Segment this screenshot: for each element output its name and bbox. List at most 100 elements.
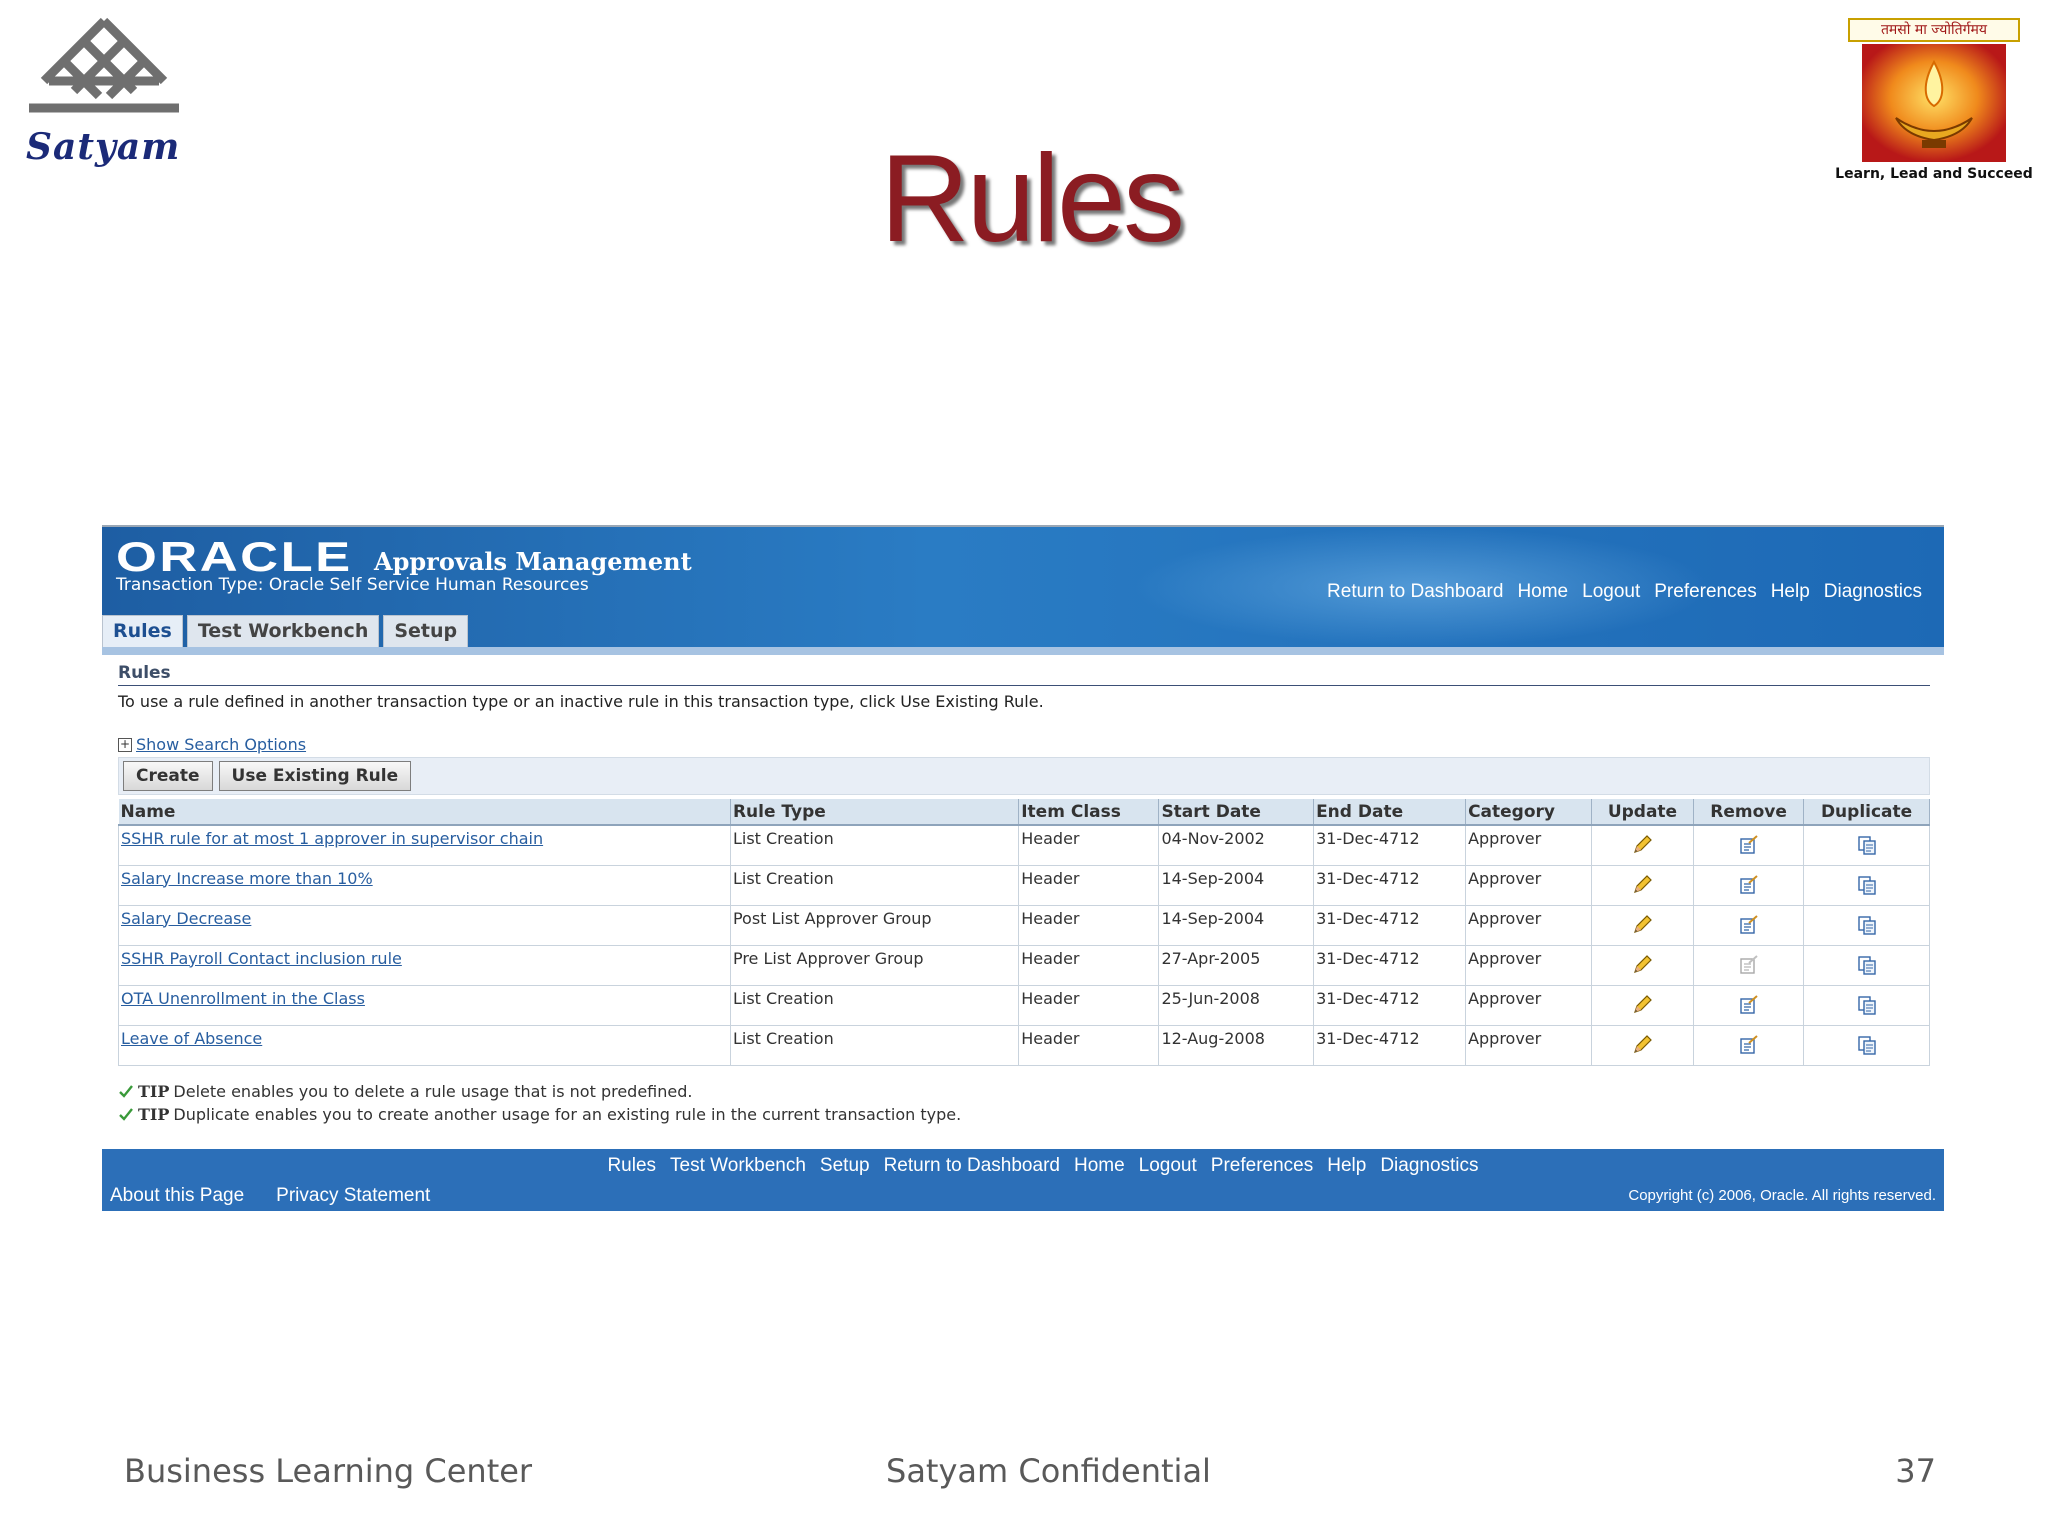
duplicate-icon[interactable] bbox=[1856, 916, 1878, 940]
footer-link-setup[interactable]: Setup bbox=[820, 1155, 870, 1177]
footer-link-test-workbench[interactable]: Test Workbench bbox=[670, 1155, 806, 1177]
footer-link-home[interactable]: Home bbox=[1074, 1155, 1125, 1177]
oracle-logo: ORACLE bbox=[116, 533, 353, 580]
update-pencil-icon[interactable] bbox=[1631, 955, 1653, 980]
table-row: Salary Decrease Post List Approver Group H… bbox=[118, 905, 1930, 946]
global-links: Return to Dashboard Home Logout Preferen… bbox=[1327, 581, 1922, 603]
expand-plus-icon[interactable]: + bbox=[118, 737, 132, 752]
remove-icon[interactable] bbox=[1738, 875, 1760, 900]
rule-name-link[interactable]: OTA Unenrollment in the Class bbox=[121, 989, 365, 1008]
link-return-to-dashboard[interactable]: Return to Dashboard bbox=[1327, 581, 1503, 603]
use-existing-rule-button[interactable]: Use Existing Rule bbox=[218, 761, 412, 791]
table-row: SSHR Payroll Contact inclusion rule Pre L… bbox=[118, 945, 1930, 986]
cell-rule-type: List Creation bbox=[730, 1025, 1020, 1066]
cell-update-pencil bbox=[1591, 865, 1695, 906]
slide-page-number: 37 bbox=[1895, 1452, 1936, 1490]
tip-duplicate: TIP Duplicate enables you to create anot… bbox=[118, 1103, 1930, 1126]
tip-delete: TIP Delete enables you to delete a rule … bbox=[118, 1080, 1930, 1103]
cell-item-class: Header bbox=[1018, 945, 1160, 986]
tab-bar: Rules Test Workbench Setup bbox=[102, 615, 469, 647]
update-pencil-icon[interactable] bbox=[1631, 915, 1653, 940]
oil-lamp-icon bbox=[1862, 44, 2006, 162]
cell-update-pencil bbox=[1591, 905, 1695, 946]
cell-start-date: 04-Nov-2002 bbox=[1158, 825, 1315, 866]
update-pencil-icon[interactable] bbox=[1631, 1035, 1653, 1060]
rule-name-link[interactable]: Salary Decrease bbox=[121, 909, 251, 928]
cell-name: OTA Unenrollment in the Class bbox=[118, 985, 731, 1026]
footer-link-logout[interactable]: Logout bbox=[1139, 1155, 1197, 1177]
cell-update-pencil bbox=[1591, 1025, 1695, 1066]
cell-rule-type: List Creation bbox=[730, 865, 1020, 906]
blc-tagline: Learn, Lead and Succeed bbox=[1835, 166, 2033, 182]
cell-end-date: 31-Dec-4712 bbox=[1313, 825, 1467, 866]
duplicate-icon[interactable] bbox=[1856, 956, 1878, 980]
slide-title: Rules bbox=[880, 130, 1185, 268]
duplicate-icon[interactable] bbox=[1856, 1036, 1878, 1060]
cell-item-class: Header bbox=[1018, 1025, 1160, 1066]
rule-name-link[interactable]: SSHR Payroll Contact inclusion rule bbox=[121, 949, 402, 968]
link-logout[interactable]: Logout bbox=[1582, 581, 1640, 603]
cell-duplicate bbox=[1803, 1025, 1930, 1066]
remove-icon[interactable] bbox=[1738, 995, 1760, 1020]
table-row: OTA Unenrollment in the Class List Creati… bbox=[118, 985, 1930, 1026]
update-pencil-icon[interactable] bbox=[1631, 995, 1653, 1020]
cell-remove bbox=[1693, 1025, 1805, 1066]
duplicate-icon[interactable] bbox=[1856, 876, 1878, 900]
link-home[interactable]: Home bbox=[1517, 581, 1568, 603]
duplicate-icon[interactable] bbox=[1856, 836, 1878, 860]
show-search-options-link[interactable]: Show Search Options bbox=[136, 735, 306, 754]
rule-name-link[interactable]: Leave of Absence bbox=[121, 1029, 262, 1048]
footer-links: Rules Test Workbench Setup Return to Das… bbox=[102, 1155, 1944, 1177]
cell-item-class: Header bbox=[1018, 985, 1160, 1026]
footer-link-preferences[interactable]: Preferences bbox=[1211, 1155, 1313, 1177]
cell-item-class: Header bbox=[1018, 905, 1160, 946]
update-pencil-icon[interactable] bbox=[1631, 835, 1653, 860]
column-header-end-date: End Date bbox=[1313, 799, 1467, 826]
about-this-page-link[interactable]: About this Page bbox=[110, 1185, 244, 1207]
cell-remove-disabled bbox=[1693, 945, 1805, 986]
rule-name-link[interactable]: Salary Increase more than 10% bbox=[121, 869, 373, 888]
slide-footer-center: Satyam Confidential bbox=[886, 1452, 1211, 1490]
rules-table: Name Rule Type Item Class Start Date End… bbox=[118, 799, 1930, 1066]
tab-test-workbench[interactable]: Test Workbench bbox=[186, 615, 380, 647]
cell-name: Leave of Absence bbox=[118, 1025, 731, 1066]
remove-icon[interactable] bbox=[1738, 835, 1760, 860]
footer-link-diagnostics[interactable]: Diagnostics bbox=[1380, 1155, 1478, 1177]
tab-rules[interactable]: Rules bbox=[102, 615, 183, 647]
create-button[interactable]: Create bbox=[123, 761, 213, 791]
show-search-options[interactable]: + Show Search Options bbox=[118, 735, 1930, 754]
link-preferences[interactable]: Preferences bbox=[1654, 581, 1756, 603]
cell-remove bbox=[1693, 865, 1805, 906]
link-diagnostics[interactable]: Diagnostics bbox=[1824, 581, 1922, 603]
cell-rule-type: Post List Approver Group bbox=[730, 905, 1020, 946]
cell-name: SSHR Payroll Contact inclusion rule bbox=[118, 945, 731, 986]
footer-link-rules[interactable]: Rules bbox=[607, 1155, 656, 1177]
update-pencil-icon[interactable] bbox=[1631, 875, 1653, 900]
page-heading: Rules bbox=[118, 659, 1930, 686]
copyright-text: Copyright (c) 2006, Oracle. All rights r… bbox=[1628, 1187, 1936, 1204]
cell-rule-type: List Creation bbox=[730, 985, 1020, 1026]
transaction-type: Transaction Type: Oracle Self Service Hu… bbox=[116, 575, 589, 595]
cell-start-date: 14-Sep-2004 bbox=[1158, 905, 1315, 946]
table-row: Leave of Absence List Creation Header 12-Au… bbox=[118, 1025, 1930, 1066]
duplicate-icon[interactable] bbox=[1856, 996, 1878, 1020]
footer-link-help[interactable]: Help bbox=[1327, 1155, 1366, 1177]
link-help[interactable]: Help bbox=[1771, 581, 1810, 603]
remove-icon[interactable] bbox=[1738, 1035, 1760, 1060]
remove-icon[interactable] bbox=[1738, 915, 1760, 940]
rule-name-link[interactable]: SSHR rule for at most 1 approver in supe… bbox=[121, 829, 543, 848]
privacy-statement-link[interactable]: Privacy Statement bbox=[276, 1185, 430, 1207]
tip-label: TIP bbox=[138, 1104, 170, 1124]
satyam-logo-text: Satyam bbox=[26, 126, 181, 168]
footer-link-return-to-dashboard[interactable]: Return to Dashboard bbox=[884, 1155, 1060, 1177]
cell-update-pencil bbox=[1591, 825, 1695, 866]
tab-setup[interactable]: Setup bbox=[383, 615, 469, 647]
cell-category: Approver bbox=[1465, 945, 1592, 986]
cell-duplicate bbox=[1803, 825, 1930, 866]
cell-end-date: 31-Dec-4712 bbox=[1313, 945, 1467, 986]
app-footer: Rules Test Workbench Setup Return to Das… bbox=[102, 1149, 1944, 1211]
column-header-start-date: Start Date bbox=[1158, 799, 1315, 826]
column-header-name: Name bbox=[118, 799, 731, 826]
tip-label: TIP bbox=[138, 1081, 170, 1101]
cell-start-date: 12-Aug-2008 bbox=[1158, 1025, 1315, 1066]
